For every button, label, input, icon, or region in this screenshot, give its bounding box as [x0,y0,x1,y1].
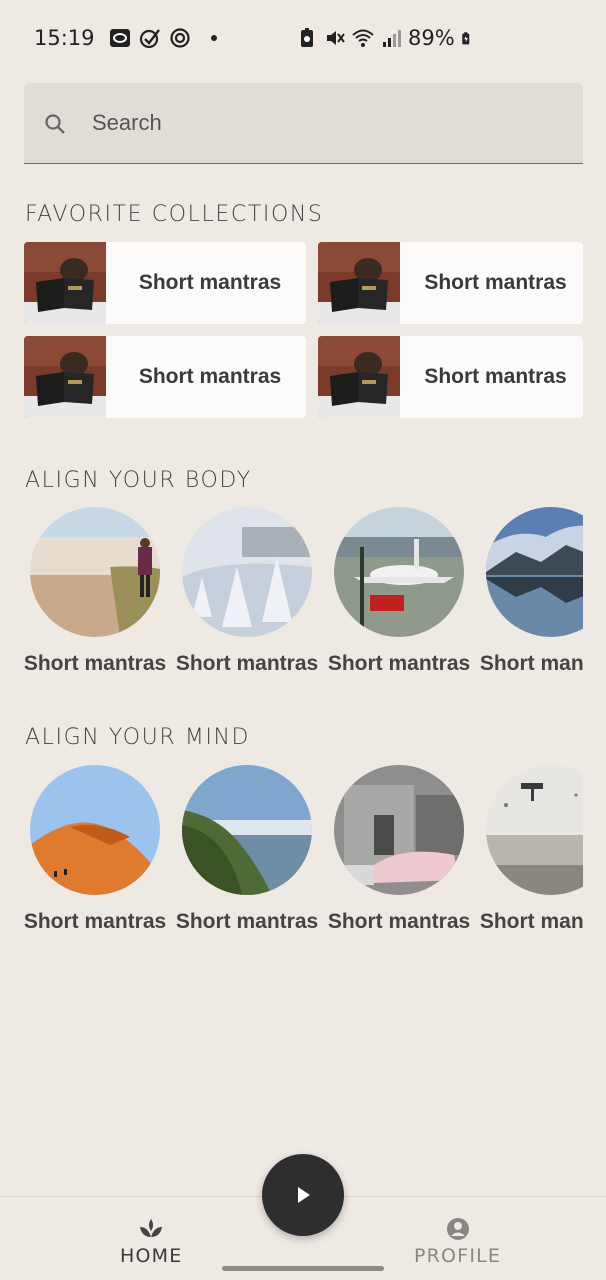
signal-icon [383,30,401,47]
search-icon [45,114,65,134]
body-item-label: Short mantras [175,652,319,675]
status-left: 15:19 [34,26,217,50]
align-body-title: ALIGN YOUR BODY [25,468,252,493]
mind-item-label: Short mantras [479,910,583,933]
white-wall-image [486,765,583,895]
play-button[interactable] [262,1154,344,1236]
reading-book-thumbnail [318,336,400,418]
street-building-image [334,765,464,895]
align-mind-title: ALIGN YOUR MIND [25,725,251,750]
favorite-card-label: Short mantras [424,365,567,388]
battery-charging-icon [461,32,469,45]
reading-book-thumbnail [318,242,400,324]
mind-item[interactable]: Short mantras [176,765,318,934]
check-target-icon [139,29,160,49]
notification-dot-icon [210,35,217,41]
reading-book-thumbnail [24,336,106,418]
mind-item[interactable]: Short mantras [480,765,583,934]
align-mind-row[interactable]: Short mantras Short mantras Short mantra… [24,765,583,945]
beach-walk-image [30,507,160,637]
status-time: 15:19 [34,26,95,50]
favorite-card-label: Short mantras [424,271,567,294]
nav-profile[interactable]: PROFILE [414,1217,501,1267]
gesture-handle[interactable] [222,1266,384,1271]
reading-book-thumbnail [24,242,106,324]
body-item-label: Short mantras [327,652,471,675]
profile-icon [446,1218,469,1240]
status-bar: 15:19 89% [0,0,606,76]
favorite-card[interactable]: Short mantras [24,336,306,418]
snowy-field-image [182,507,312,637]
favorite-collections-title: FAVORITE COLLECTIONS [25,202,324,227]
search-input[interactable] [92,83,562,162]
favorite-card-label: Short mantras [138,271,282,294]
app-notification-icon [109,29,130,47]
favorite-card[interactable]: Short mantras [24,242,306,324]
mind-item-label: Short mantras [175,910,319,933]
nav-home-label: HOME [120,1245,183,1267]
body-item[interactable]: Short mantras [328,507,470,676]
mute-icon [327,31,345,45]
nav-home[interactable]: HOME [120,1217,182,1267]
body-item[interactable]: Short mantras [24,507,166,676]
body-item[interactable]: Short mantras [176,507,318,676]
favorite-card[interactable]: Short mantras [318,242,583,324]
favorite-card-label: Short mantras [138,365,282,388]
mind-item-label: Short mantras [327,910,471,933]
status-right: 89% [296,26,475,50]
body-item-label: Short mantras [479,652,583,675]
mountain-lake-image [486,507,583,637]
coastal-cliffs-image [182,765,312,895]
nav-profile-label: PROFILE [414,1245,502,1267]
desert-dune-image [30,765,160,895]
mind-item-label: Short mantras [24,910,167,933]
lotus-icon [140,1219,163,1237]
battery-percent: 89% [408,26,455,50]
body-item[interactable]: Short mantras [480,507,583,676]
search-bar[interactable] [24,83,583,164]
play-icon [298,1187,310,1203]
align-body-row[interactable]: Short mantras Short mantras Short mantra… [24,507,583,687]
wifi-icon [352,29,374,47]
mind-item[interactable]: Short mantras [24,765,166,934]
battery-saver-icon [301,28,313,47]
body-item-label: Short mantras [24,652,167,675]
mind-item[interactable]: Short mantras [328,765,470,934]
airplane-image [334,507,464,637]
sync-target-icon [169,28,190,48]
favorite-card[interactable]: Short mantras [318,336,583,418]
